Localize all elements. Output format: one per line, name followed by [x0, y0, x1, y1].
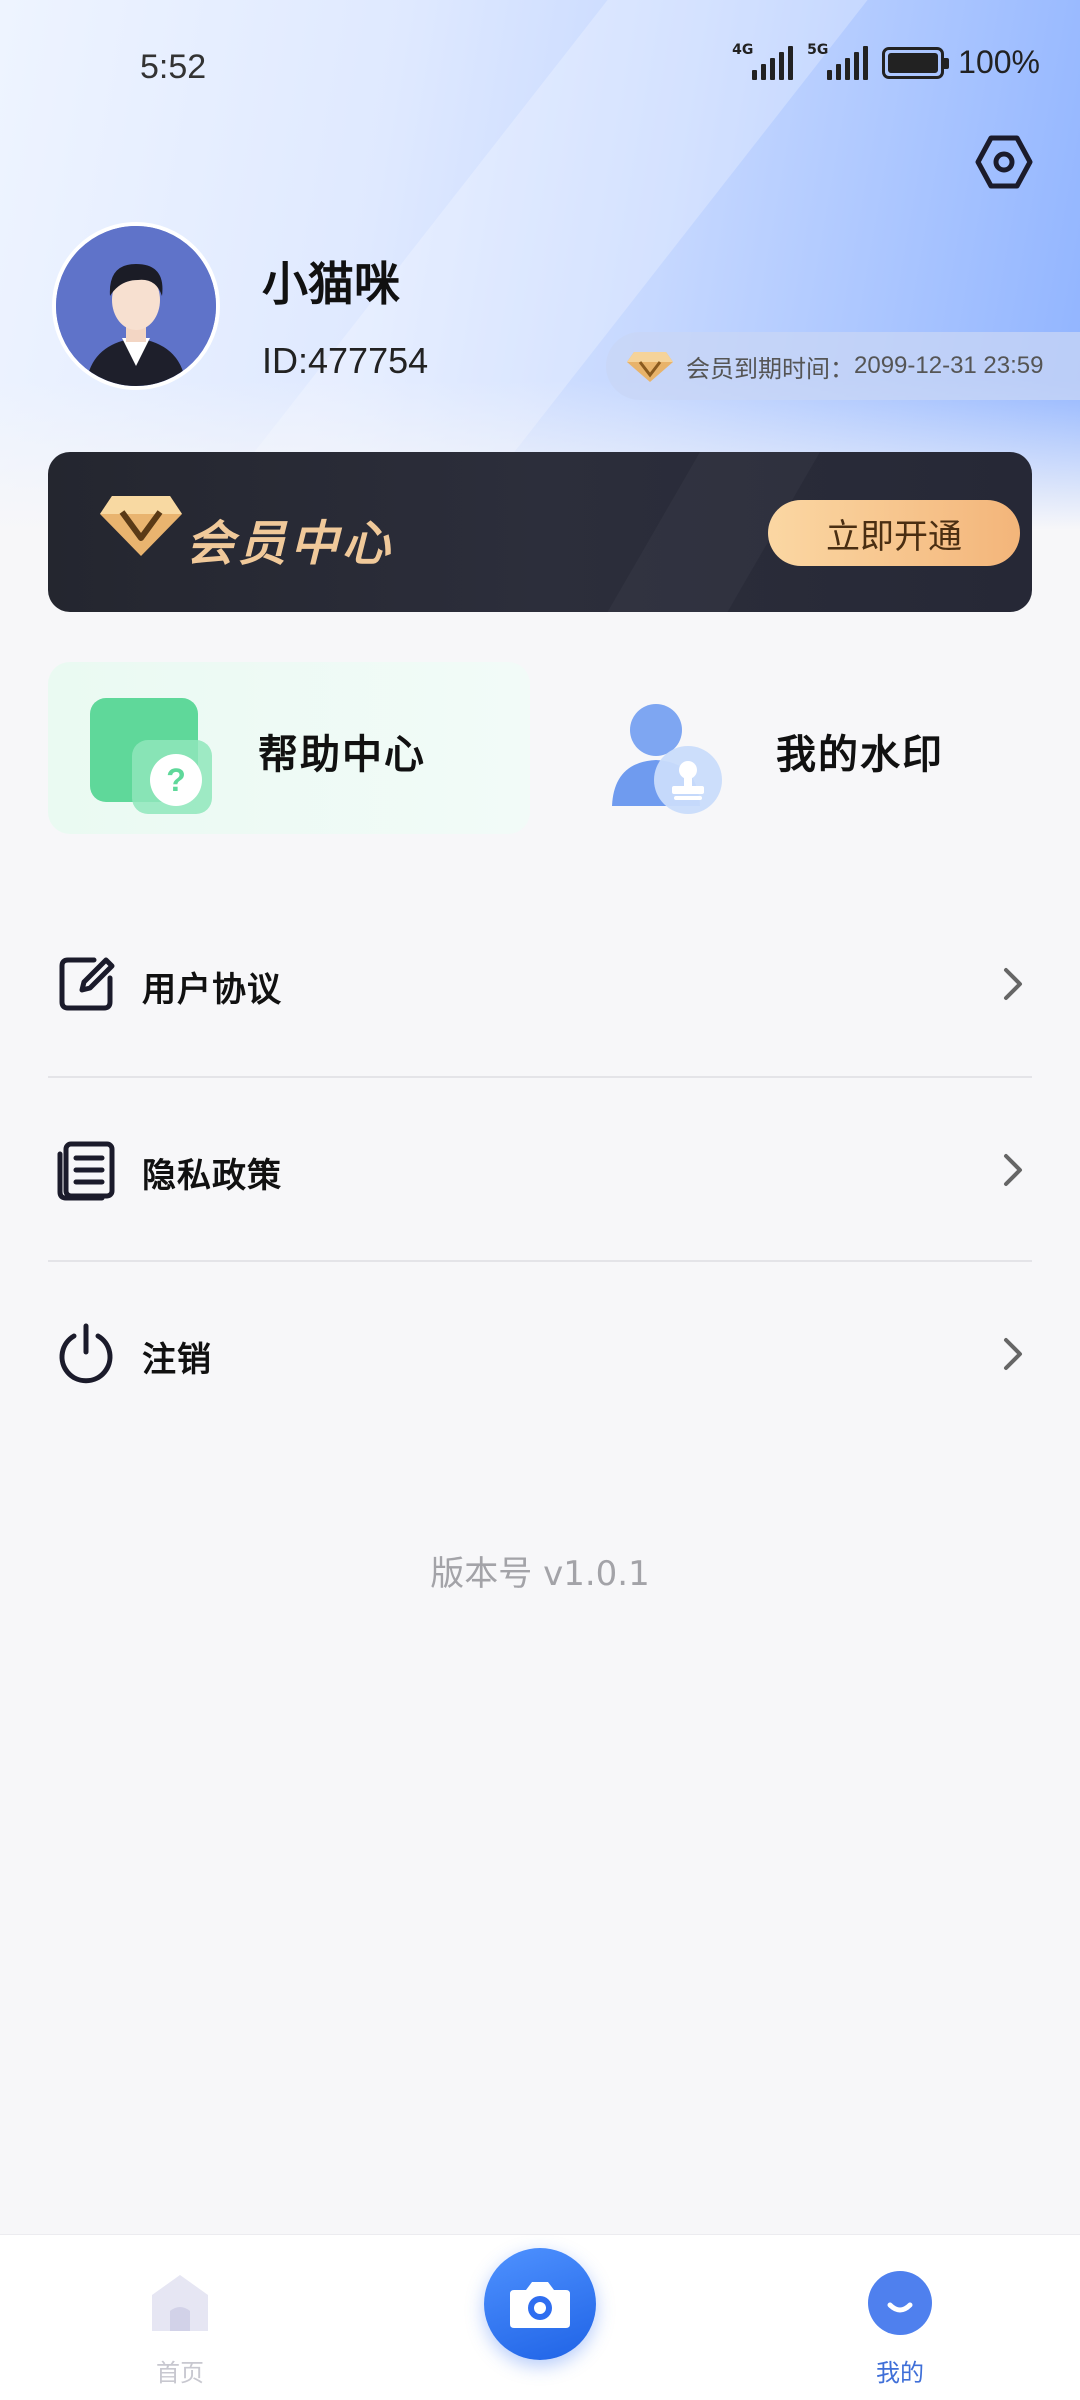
my-watermark-card[interactable]: 我的水印: [566, 662, 1048, 834]
tab-label: 首页: [156, 2359, 204, 2387]
chevron-right-icon: [1004, 1154, 1022, 1186]
vip-expiry-badge: 会员到期时间： 2099-12-31 23:59: [606, 332, 1080, 400]
member-center-banner[interactable]: 会员中心 立即开通: [48, 452, 1032, 612]
edit-icon: [59, 957, 115, 1011]
help-center-card[interactable]: ? 帮助中心: [48, 662, 530, 834]
chevron-right-icon: [1004, 968, 1022, 1000]
power-icon: [59, 1323, 113, 1384]
settings-icon: [975, 135, 1033, 189]
my-watermark-label: 我的水印: [776, 732, 944, 778]
network-type-label: 5G: [807, 41, 829, 58]
status-icons: 4G 5G 100%: [732, 42, 1040, 81]
vip-expiry-value: 2099-12-31 23:59: [854, 352, 1044, 379]
activate-membership-button[interactable]: 立即开通: [768, 500, 1020, 566]
chevron-right-icon: [1004, 1338, 1022, 1370]
menu-item-logout[interactable]: 注销: [48, 1262, 1032, 1446]
user-id: ID:477754: [262, 340, 429, 381]
username: 小猫咪: [262, 257, 400, 311]
watermark-icon: [612, 704, 722, 814]
menu-item-privacy-policy[interactable]: 隐私政策: [48, 1078, 1032, 1262]
vip-gem-icon: [627, 352, 673, 382]
network-type-label: 4G: [732, 41, 754, 58]
status-time: 5:52: [140, 48, 207, 86]
camera-button[interactable]: [484, 2248, 596, 2360]
document-icon: [57, 1141, 115, 1201]
version-text: 版本号 v1.0.1: [430, 1554, 650, 1594]
battery-icon: [882, 46, 950, 79]
avatar[interactable]: [52, 222, 220, 390]
signal-4g-icon: 4G: [732, 42, 794, 80]
tab-mine[interactable]: 我的: [800, 2259, 1000, 2389]
profile-icon: [868, 2271, 932, 2335]
menu-label: 用户协议: [142, 970, 282, 1010]
vip-diamond-icon: [100, 496, 182, 556]
home-icon: [152, 2275, 208, 2331]
camera-icon: [510, 2282, 570, 2328]
member-center-title: 会员中心: [186, 516, 395, 572]
vip-expiry-label: 会员到期时间：: [686, 354, 854, 383]
avatar-person-icon: [56, 226, 216, 386]
menu-label: 隐私政策: [142, 1156, 282, 1196]
battery-percent: 100%: [958, 44, 1040, 80]
tab-label: 我的: [876, 2359, 924, 2387]
settings-button[interactable]: [970, 128, 1038, 196]
help-center-label: 帮助中心: [258, 732, 426, 778]
help-icon: ?: [90, 698, 212, 814]
svg-text:?: ?: [166, 762, 186, 798]
status-bar: 5:52 4G 5G 100%: [0, 0, 1080, 130]
signal-5g-icon: 5G: [807, 42, 869, 80]
tab-home[interactable]: 首页: [80, 2259, 280, 2389]
menu-item-user-agreement[interactable]: 用户协议: [48, 892, 1032, 1076]
menu-label: 注销: [142, 1340, 212, 1380]
